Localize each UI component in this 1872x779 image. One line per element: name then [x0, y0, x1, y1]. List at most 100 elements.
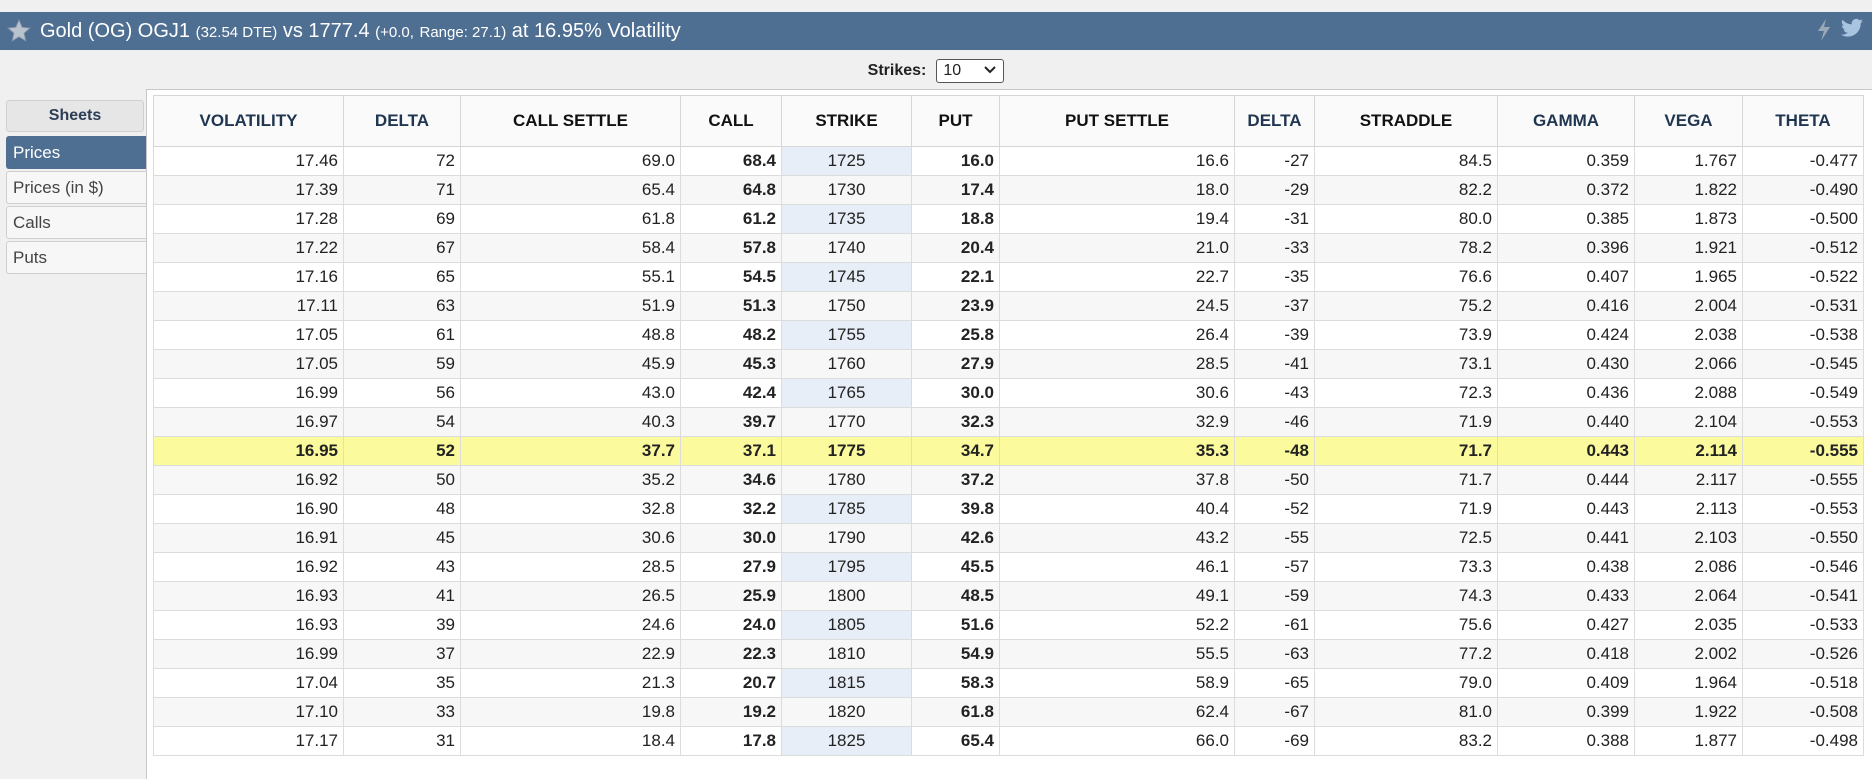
strikes-control: Strikes: 10	[0, 56, 1872, 86]
cell-gamma: 0.424	[1497, 320, 1635, 350]
cell-volatility: 17.10	[153, 697, 344, 727]
table-row: 17.28 69 61.8 61.2 1735 18.8 19.4 -31 80.0 0.385 1…	[153, 204, 1864, 234]
cell-call: 30.0	[680, 523, 782, 553]
cell-theta: -0.555	[1742, 436, 1864, 466]
col-header-vega[interactable]: VEGA	[1634, 95, 1743, 147]
table-row: 16.97 54 40.3 39.7 1770 32.3 32.9 -46 71.9 0.440 2…	[153, 407, 1864, 437]
cell-delta: 41	[343, 581, 461, 611]
sheet-item-calls[interactable]: Calls	[6, 206, 148, 239]
cell-call-settle: 51.9	[460, 291, 681, 321]
cell-theta: -0.500	[1742, 204, 1864, 234]
cell-strike: 1765	[781, 378, 912, 408]
cell-straddle: 73.3	[1314, 552, 1498, 582]
cell-put-settle: 32.9	[999, 407, 1235, 437]
cell-strike: 1735	[781, 204, 912, 234]
cell-strike: 1755	[781, 320, 912, 350]
table-row: 16.99 37 22.9 22.3 1810 54.9 55.5 -63 77.2 0.418 2…	[153, 639, 1864, 669]
cell-call-settle: 40.3	[460, 407, 681, 437]
col-header-delta[interactable]: DELTA	[343, 95, 461, 147]
star-icon[interactable]	[4, 16, 34, 46]
cell-strike: 1730	[781, 175, 912, 205]
col-header-theta[interactable]: THETA	[1742, 95, 1864, 147]
cell-volatility: 17.39	[153, 175, 344, 205]
strikes-value: 10	[943, 62, 962, 79]
cell-put: 22.1	[911, 262, 1000, 292]
cell-call: 20.7	[680, 668, 782, 698]
cell-delta: 54	[343, 407, 461, 437]
cell-call-settle: 30.6	[460, 523, 681, 553]
table-row: 17.17 31 18.4 17.8 1825 65.4 66.0 -69 83.2 0.388 1…	[153, 726, 1864, 756]
table-row: 16.93 39 24.6 24.0 1805 51.6 52.2 -61 75.6 0.427 2…	[153, 610, 1864, 640]
cell-call: 64.8	[680, 175, 782, 205]
cell-gamma: 0.436	[1497, 378, 1635, 408]
cell-gamma: 0.427	[1497, 610, 1635, 640]
cell-strike: 1795	[781, 552, 912, 582]
cell-gamma: 0.396	[1497, 233, 1635, 263]
cell-gamma: 0.433	[1497, 581, 1635, 611]
cell-theta: -0.546	[1742, 552, 1864, 582]
cell-gamma: 0.440	[1497, 407, 1635, 437]
cell-straddle: 71.9	[1314, 407, 1498, 437]
strikes-select[interactable]: 10	[936, 59, 1005, 83]
cell-strike: 1725	[781, 146, 912, 176]
cell-call-settle: 55.1	[460, 262, 681, 292]
cell-gamma: 0.438	[1497, 552, 1635, 582]
col-header-gamma[interactable]: GAMMA	[1497, 95, 1635, 147]
twitter-icon[interactable]	[1840, 18, 1864, 47]
flash-icon[interactable]	[1814, 18, 1834, 47]
col-header-volatility[interactable]: VOLATILITY	[153, 95, 344, 147]
cell-call: 27.9	[680, 552, 782, 582]
cell-vega: 1.921	[1634, 233, 1743, 263]
cell-straddle: 83.2	[1314, 726, 1498, 756]
cell-straddle: 81.0	[1314, 697, 1498, 727]
sheets-header: Sheets	[6, 100, 144, 132]
cell-put-settle: 22.7	[999, 262, 1235, 292]
cell-volatility: 17.17	[153, 726, 344, 756]
cell-vega: 2.117	[1634, 465, 1743, 495]
sheet-item-prices[interactable]: Prices	[6, 136, 148, 169]
cell-put-settle: 66.0	[999, 726, 1235, 756]
cell-put: 61.8	[911, 697, 1000, 727]
cell-delta: 71	[343, 175, 461, 205]
cell-strike: 1780	[781, 465, 912, 495]
table-row: 16.92 43 28.5 27.9 1795 45.5 46.1 -57 73.3 0.438 2…	[153, 552, 1864, 582]
sheet-item-puts[interactable]: Puts	[6, 241, 148, 274]
sheet-item-prices-dollars[interactable]: Prices (in $)	[6, 171, 148, 204]
cell-put-delta: -55	[1234, 523, 1315, 553]
cell-call-settle: 32.8	[460, 494, 681, 524]
col-header-put-delta[interactable]: DELTA	[1234, 95, 1315, 147]
cell-vega: 1.877	[1634, 726, 1743, 756]
cell-vega: 2.113	[1634, 494, 1743, 524]
cell-straddle: 71.7	[1314, 465, 1498, 495]
col-header-put[interactable]: PUT	[911, 95, 1000, 147]
cell-straddle: 77.2	[1314, 639, 1498, 669]
table-row: 16.95 52 37.7 37.1 1775 34.7 35.3 -48 71.7 0.443 2…	[153, 436, 1864, 466]
cell-strike: 1820	[781, 697, 912, 727]
cell-gamma: 0.409	[1497, 668, 1635, 698]
col-header-put-settle[interactable]: PUT SETTLE	[999, 95, 1235, 147]
cell-vega: 1.965	[1634, 262, 1743, 292]
table-row: 16.92 50 35.2 34.6 1780 37.2 37.8 -50 71.7 0.444 2…	[153, 465, 1864, 495]
cell-vega: 1.767	[1634, 146, 1743, 176]
cell-put-delta: -48	[1234, 436, 1315, 466]
cell-volatility: 17.11	[153, 291, 344, 321]
col-header-call[interactable]: CALL	[680, 95, 782, 147]
cell-put-settle: 37.8	[999, 465, 1235, 495]
cell-put-delta: -59	[1234, 581, 1315, 611]
cell-call: 42.4	[680, 378, 782, 408]
cell-straddle: 84.5	[1314, 146, 1498, 176]
cell-call-settle: 18.4	[460, 726, 681, 756]
cell-theta: -0.526	[1742, 639, 1864, 669]
cell-volatility: 16.91	[153, 523, 344, 553]
cell-volatility: 17.05	[153, 320, 344, 350]
col-header-call-settle[interactable]: CALL SETTLE	[460, 95, 681, 147]
cell-put: 16.0	[911, 146, 1000, 176]
cell-delta: 63	[343, 291, 461, 321]
col-header-straddle[interactable]: STRADDLE	[1314, 95, 1498, 147]
col-header-strike[interactable]: STRIKE	[781, 95, 912, 147]
cell-straddle: 72.5	[1314, 523, 1498, 553]
cell-vega: 2.114	[1634, 436, 1743, 466]
cell-vega: 1.964	[1634, 668, 1743, 698]
cell-put-delta: -27	[1234, 146, 1315, 176]
cell-gamma: 0.441	[1497, 523, 1635, 553]
